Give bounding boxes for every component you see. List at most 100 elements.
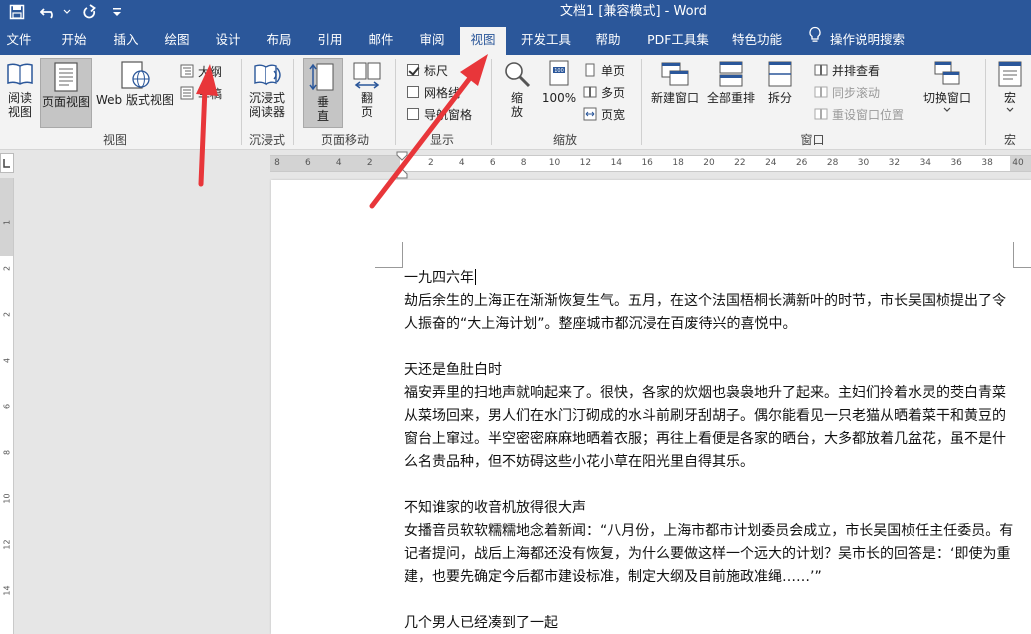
tab-draw[interactable]: 绘图 [155,24,199,55]
tab-insert[interactable]: 插入 [104,24,148,55]
paragraph[interactable]: 天还是鱼肚白时 [404,359,1016,382]
tab-help[interactable]: 帮助 [588,24,628,55]
lightbulb-icon [808,24,822,55]
page-width-icon [583,107,597,121]
paragraph[interactable]: 不知谁家的收音机放得很大声 [404,497,1016,520]
tab-view[interactable]: 视图 [460,27,506,55]
reset-window-position-button[interactable]: 重设窗口位置 [814,104,904,124]
vertical-ruler-tick-label: 2 [2,265,12,272]
vertical-ruler[interactable]: 1 2 2 4 6 8 10 12 14 [0,178,14,634]
nav-pane-check-box[interactable] [407,108,419,120]
multiple-pages-label: 多页 [601,85,626,100]
tab-mailings[interactable]: 邮件 [359,24,403,55]
ruler-checkbox[interactable]: 标尺 [407,60,448,80]
customize-icon[interactable] [110,2,124,22]
ruler-tick-label: 4 [458,158,465,168]
arrange-all-button[interactable]: 全部重排 [705,59,757,115]
text-cursor [475,269,476,285]
one-page-button[interactable]: 单页 [583,60,625,80]
paragraph[interactable]: 女播音员软软糯糯地念着新闻：“八月份，上海市都市计划委员会成立，市长吴国桢任主任… [404,520,1016,589]
page-width-label: 页宽 [601,107,626,122]
side-by-side-button[interactable]: 并排查看 [814,60,880,80]
ruler-tick-label: 26 [795,158,808,168]
web-layout-button[interactable]: Web 版式视图 [94,59,176,129]
paragraph[interactable]: 福安弄里的扫地声就响起来了。很快，各家的炊烟也袅袅地升了起来。主妇们拎着水灵的茭… [404,382,1016,474]
sync-scroll-icon [814,86,828,98]
undo-dropdown-icon[interactable] [62,2,72,22]
reset-window-position-label: 重设窗口位置 [832,107,905,122]
macros-icon [998,61,1022,87]
outline-icon [180,64,194,78]
page-width-button[interactable]: 页宽 [583,104,625,124]
vertical-ruler-tick-label: 10 [2,493,12,504]
zoom-button[interactable]: 缩 放 [499,59,535,129]
ruler-tick-label: 36 [950,158,962,168]
vertical-button[interactable]: 垂 直 [303,58,343,128]
ruler-tick-label: 8 [520,158,527,168]
ruler-tick-label: 10 [548,158,561,168]
nav-pane-label: 导航窗格 [424,107,473,122]
horizontal-ruler[interactable]: 8 6 4 2 2 4 6 8 10 12 14 16 18 20 22 24 26 28 30 32 34 36 38 40 [270,155,1031,172]
ruler-tick-label: 40 [1012,158,1024,168]
new-window-label: 新建窗口 [650,91,699,105]
ruler-tick-label: 30 [857,158,870,168]
zoom-100-button[interactable]: 100 100% [539,59,579,115]
draft-button[interactable]: 草稿 [180,83,222,103]
tab-selector-icon[interactable] [0,153,14,173]
paragraph[interactable]: 一九四六年 [404,267,1016,290]
tab-review[interactable]: 审阅 [410,24,454,55]
document-body[interactable]: 一九四六年 劫后余生的上海正在渐渐恢复生气。五月，在这个法国梧桐长满新叶的时节，… [404,267,1016,634]
save-icon[interactable] [6,2,28,22]
read-mode-label: 阅读 视图 [7,91,32,119]
tab-layout[interactable]: 布局 [257,24,301,55]
outline-button[interactable]: 大纲 [180,61,222,81]
tab-references[interactable]: 引用 [308,24,352,55]
undo-icon[interactable] [38,2,60,22]
split-label: 拆分 [767,91,792,105]
title-bar: 文档1 [兼容模式] - Word [0,0,1031,24]
nav-pane-checkbox[interactable]: 导航窗格 [407,104,472,124]
switch-windows-button[interactable]: 切换窗口 [918,59,976,129]
gridlines-checkbox[interactable]: 网格线 [407,82,460,102]
immersive-reader-icon [254,64,281,86]
ruler-tick-label: 18 [672,158,684,168]
document-page[interactable]: 一九四六年 劫后余生的上海正在渐渐恢复生气。五月，在这个法国梧桐长满新叶的时节，… [271,180,1031,634]
group-separator [985,59,986,145]
redo-icon[interactable] [78,2,100,22]
group-separator [293,59,294,145]
indent-marker-icon[interactable] [396,151,408,181]
vertical-ruler-tick-label: 8 [2,449,12,456]
print-layout-button[interactable]: 页面视图 [40,58,92,128]
tab-design[interactable]: 设计 [206,24,250,55]
sync-scroll-button[interactable]: 同步滚动 [814,82,880,102]
split-icon [768,61,792,87]
macros-button[interactable]: 宏 [991,59,1029,129]
ruler-tick-label: 4 [335,158,342,168]
switch-windows-icon [934,61,960,85]
globe-page-icon [121,61,150,89]
tab-file[interactable]: 文件 [0,24,38,55]
draft-label: 草稿 [198,86,223,101]
paragraph[interactable]: 几个男人已经凑到了一起 [404,612,1016,634]
side-to-side-button[interactable]: 翻 页 [348,59,386,129]
multiple-pages-button[interactable]: 多页 [583,82,625,102]
paragraph[interactable]: 劫后余生的上海正在渐渐恢复生气。五月，在这个法国梧桐长满新叶的时节，市长吴国桢提… [404,290,1016,336]
group-separator [241,59,242,145]
draft-icon [180,86,194,100]
split-button[interactable]: 拆分 [762,59,798,115]
vertical-ruler-tick-label: 14 [2,585,12,596]
one-page-icon [585,63,595,77]
tab-features[interactable]: 特色功能 [724,24,790,55]
ruler-check-mark[interactable] [407,64,419,76]
tab-pdf-tools[interactable]: PDF工具集 [640,24,716,55]
tab-home[interactable]: 开始 [52,24,96,55]
new-window-button[interactable]: 新建窗口 [648,59,702,115]
arrange-all-icon [719,61,743,87]
gridlines-check-box[interactable] [407,86,419,98]
ruler-tick-label: 20 [703,158,715,168]
immersive-reader-button[interactable]: 沉浸式 阅读器 [245,59,289,129]
ruler-tick-label: 28 [826,158,839,168]
tell-me-search[interactable]: 操作说明搜索 [808,24,905,55]
read-mode-button[interactable]: 阅读 视图 [3,59,37,129]
tab-developer[interactable]: 开发工具 [515,24,577,55]
